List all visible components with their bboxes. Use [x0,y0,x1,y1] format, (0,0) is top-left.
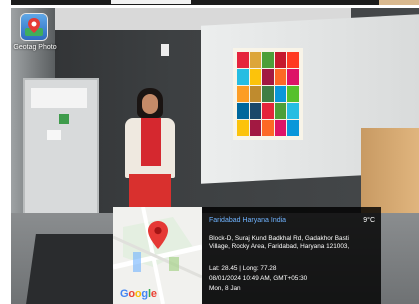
sdg-tile [274,69,287,85]
weekday: Mon, 8 Jan [209,285,241,292]
presenter-scarf [141,118,161,166]
sdg-tile [287,52,299,68]
table [26,234,126,304]
sdg-tile [237,103,249,119]
coordinates: Lat: 28.45 | Long: 77.28 [209,265,277,272]
sdg-tile [237,52,249,68]
address-line-2: Village, Rocky Area, Faridabad, Haryana … [209,243,350,250]
top-edge-highlight-right [379,0,419,5]
sdg-tile [262,69,274,85]
door-handle [47,130,61,140]
map-thumbnail[interactable]: Google [113,207,202,304]
geotag-photo-app-icon[interactable] [21,14,47,40]
sdg-tile [274,52,287,68]
sdg-tile [249,86,262,102]
sdg-tile [237,86,249,102]
sdg-tile [262,103,274,119]
sdg-tile [287,120,299,136]
app-label: Geotag Photo [13,44,57,51]
sdg-tile [274,120,287,136]
sdg-tile [237,69,249,85]
sdg-tile [249,69,262,85]
sdg-tile [287,103,299,119]
place-title: Faridabad Haryana India [209,217,287,224]
top-edge-strip [11,0,419,5]
wall-device [161,44,169,56]
sdg-tile [249,120,262,136]
geotag-card: Google Faridabad Haryana India 9°C Block… [113,207,381,304]
geotag-info-panel: Faridabad Haryana India 9°C Block-D, Sur… [202,207,381,304]
sdg-tile [262,86,274,102]
sdg-tile [262,52,274,68]
sdg-tile [287,86,299,102]
sdg-tile [274,86,287,102]
sdg-tile [262,120,274,136]
sdg-tile [237,120,249,136]
presenter [115,88,185,218]
sdg-grid [237,52,299,136]
sdg-tile [249,52,262,68]
sdg-tile [249,103,262,119]
door-window [31,88,87,108]
google-logo: Google [120,288,157,300]
location-pin-icon [148,221,168,249]
map-pin-icon [25,18,43,36]
temperature: 9°C [363,217,375,224]
top-edge-highlight [111,0,191,4]
sdg-tile [287,69,299,85]
date-time: 08/01/2024 10:49 AM, GMT+05:30 [209,275,308,282]
google-logo-letter: e [150,288,157,300]
sdg-tile [274,103,287,119]
exit-sign [59,114,69,124]
presenter-face [142,94,158,114]
